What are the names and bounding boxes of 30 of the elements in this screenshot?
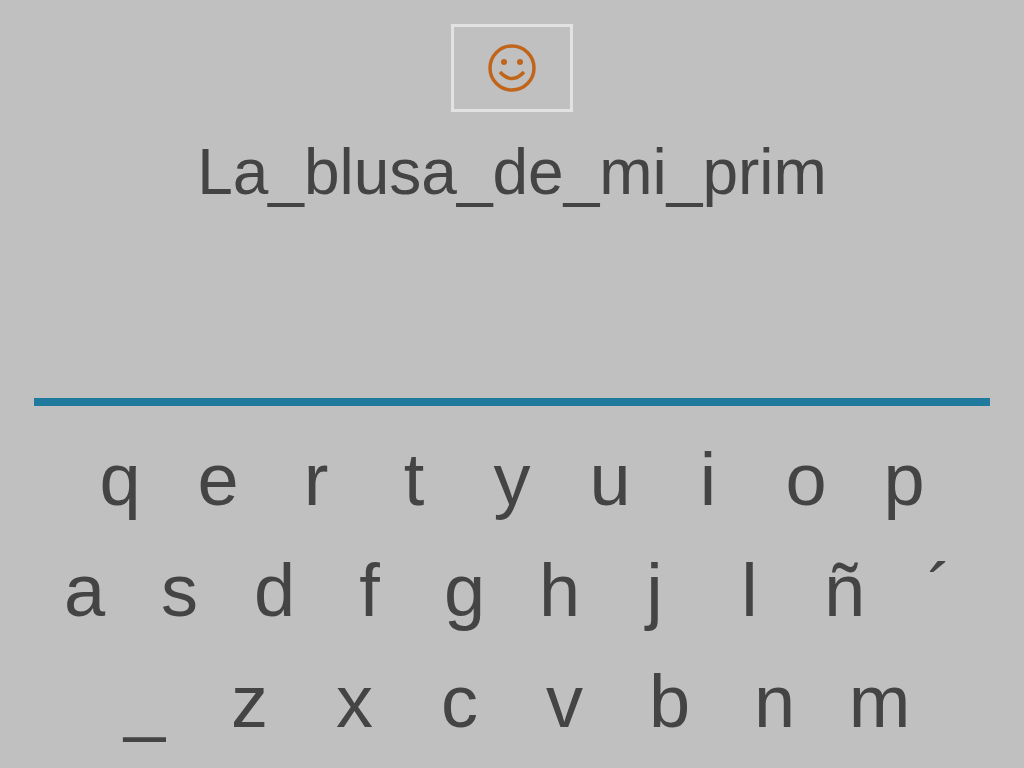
letter-key[interactable]: n (722, 651, 827, 752)
letter-key[interactable]: ´ (892, 540, 987, 641)
letter-key[interactable]: d (227, 540, 322, 641)
letter-key[interactable]: c (407, 651, 512, 752)
letter-key[interactable]: s (132, 540, 227, 641)
letter-key[interactable]: t (365, 429, 463, 530)
letter-key[interactable]: h (512, 540, 607, 641)
letter-key[interactable]: g (417, 540, 512, 641)
letter-key[interactable]: z (197, 651, 302, 752)
letter-key[interactable]: l (702, 540, 797, 641)
letter-key[interactable]: b (617, 651, 722, 752)
answer-text: La_blusa_de_mi_prim (197, 135, 827, 210)
letter-key[interactable]: ñ (797, 540, 892, 641)
letter-key[interactable]: r (267, 429, 365, 530)
letter-key[interactable]: _ (92, 651, 197, 752)
letter-key[interactable]: e (169, 429, 267, 530)
letter-key[interactable]: u (561, 429, 659, 530)
letter-key[interactable]: j (607, 540, 702, 641)
letter-key[interactable]: p (855, 429, 953, 530)
letter-key[interactable]: f (322, 540, 417, 641)
smiley-icon (487, 43, 537, 93)
letter-key[interactable]: v (512, 651, 617, 752)
letter-key[interactable]: i (659, 429, 757, 530)
letter-key[interactable]: q (71, 429, 169, 530)
letter-key[interactable]: y (463, 429, 561, 530)
letter-key[interactable]: m (827, 651, 932, 752)
letter-key[interactable]: a (37, 540, 132, 641)
letter-key[interactable]: x (302, 651, 407, 752)
hint-button[interactable] (451, 24, 573, 112)
letter-key[interactable]: o (757, 429, 855, 530)
